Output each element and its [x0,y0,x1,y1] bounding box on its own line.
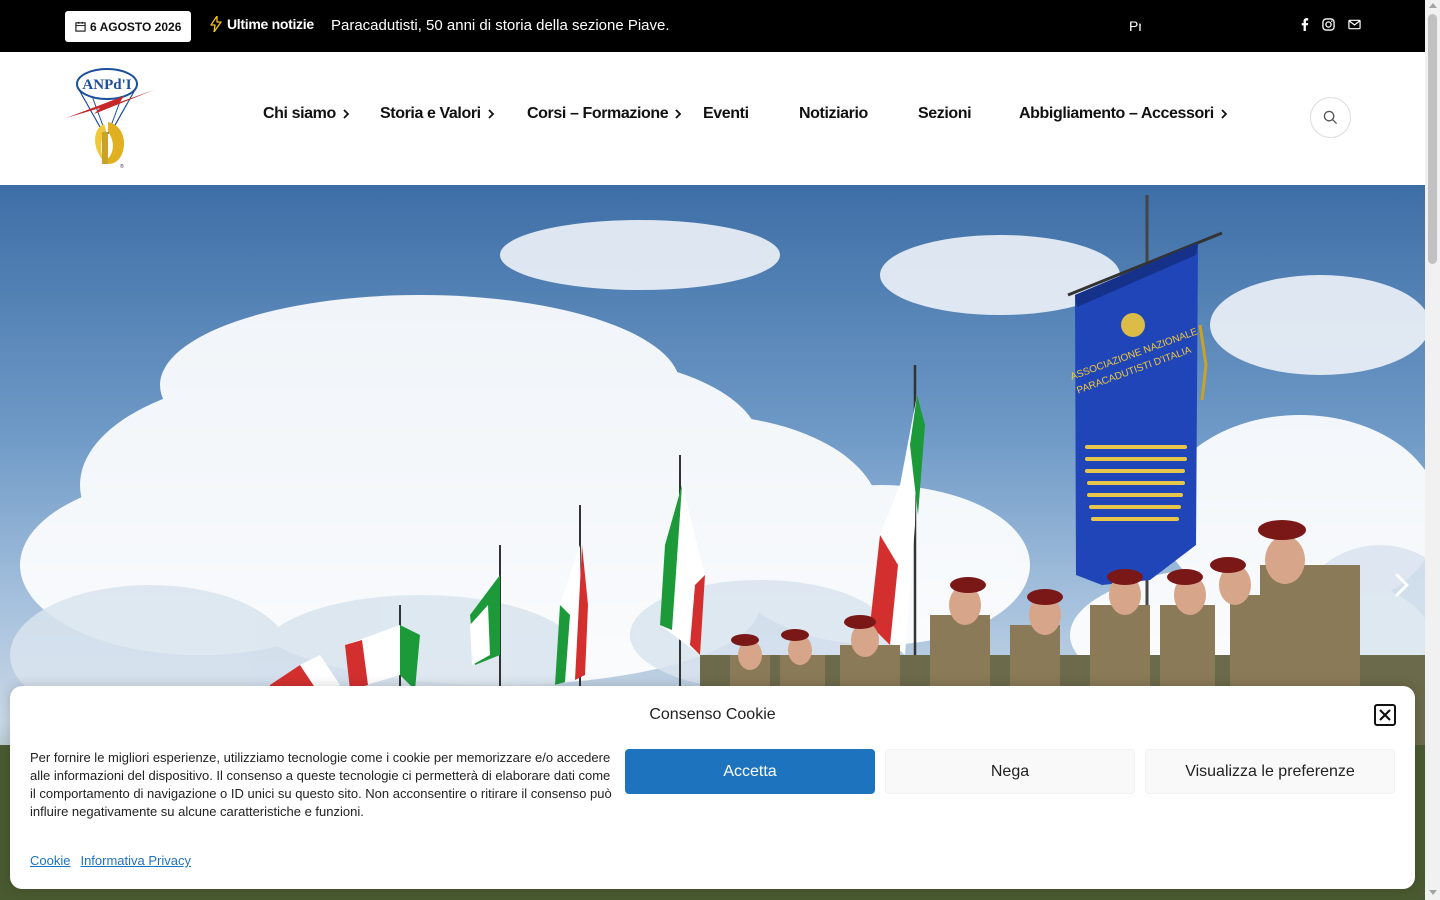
scroll-up-arrow[interactable] [1429,3,1437,8]
top-bar: 6 AGOSTO 2026 Ultime notizie Paracadutis… [0,0,1425,52]
accept-button[interactable]: Accetta [625,749,875,794]
current-date: 6 AGOSTO 2026 [90,19,182,34]
cookie-policy-link[interactable]: Cookie [30,853,70,868]
nav-notiziario[interactable]: Notiziario [799,105,868,123]
site-header: ANPd'I ® Chi siamo Storia e Valori Corsi… [0,52,1425,185]
chevron-right-icon [343,109,350,119]
view-preferences-button[interactable]: Visualizza le preferenze [1145,749,1395,794]
search-icon [1323,110,1338,125]
chevron-right-icon [488,109,494,119]
search-button[interactable] [1310,97,1351,138]
date-badge: 6 AGOSTO 2026 [65,11,192,42]
cookie-links: Cookie Informativa Privacy [30,853,191,868]
cookie-consent-banner: Consenso Cookie Per fornire le migliori … [10,686,1415,889]
close-icon [1379,709,1391,721]
nav-corsi-formazione[interactable]: Corsi – Formazione [527,105,682,123]
page-scrollbar[interactable] [1425,0,1440,900]
chevron-right-icon [1221,109,1228,119]
scroll-down-arrow[interactable] [1429,890,1437,895]
mail-icon[interactable] [1346,16,1362,32]
privacy-policy-link[interactable]: Informativa Privacy [80,853,191,868]
nav-chi-siamo[interactable]: Chi siamo [263,105,350,123]
cookie-title: Consenso Cookie [649,706,776,723]
scroll-thumb[interactable] [1428,14,1437,264]
nav-abbigliamento-accessori[interactable]: Abbigliamento – Accessori [1019,105,1228,123]
facebook-icon[interactable] [1296,16,1312,32]
nav-storia-e-valori[interactable]: Storia e Valori [380,105,495,123]
main-nav: Chi siamo Storia e Valori Corsi – Formaz… [0,52,1425,185]
news-ticker-next[interactable]: Pr [1129,18,1141,34]
breaking-news-label: Ultime notizie [210,16,314,32]
instagram-icon[interactable] [1320,16,1336,32]
news-ticker-item[interactable]: Paracadutisti, 50 anni di storia della s… [331,17,670,34]
calendar-icon [75,21,86,32]
chevron-right-icon [675,109,682,119]
lightning-icon [210,16,222,32]
slider-next-arrow[interactable] [1392,571,1412,599]
nav-eventi[interactable]: Eventi [703,105,749,123]
nav-sezioni[interactable]: Sezioni [918,105,972,123]
cookie-description: Per fornire le migliori esperienze, util… [30,750,612,819]
deny-button[interactable]: Nega [885,749,1135,794]
cookie-close-button[interactable] [1374,704,1396,726]
